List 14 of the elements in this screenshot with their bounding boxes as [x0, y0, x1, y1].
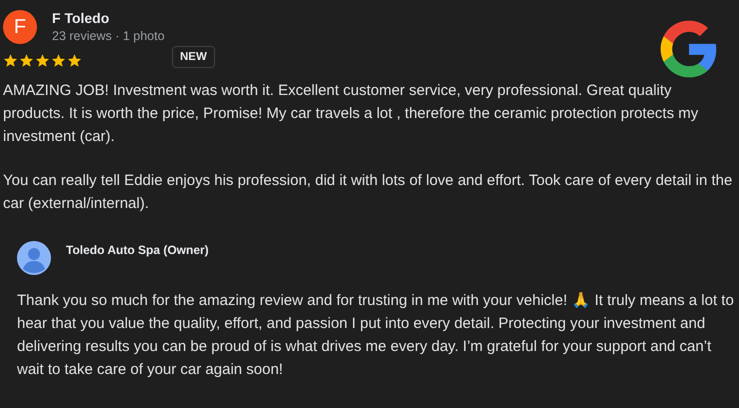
star-icon — [3, 53, 18, 68]
user-avatar: F — [3, 10, 37, 44]
review-text: You can really tell Eddie enjoys his profession, did it with lots of love and effort. Took care of every detail in the car (external/internal). — [3, 171, 734, 214]
star-icon — [35, 53, 50, 68]
star-icon — [51, 53, 66, 68]
author-name[interactable]: F Toledo — [52, 10, 165, 26]
review-meta: 23 reviews · 1 photo — [52, 29, 165, 43]
star-icon — [19, 53, 34, 68]
star-icon — [67, 53, 82, 68]
owner-avatar-icon — [17, 241, 51, 275]
review-text: AMAZING JOB! Investment was worth it. Excellent customer service, very professional. Great quality products. It is worth the price, Promise! My car travels a lot , therefore the ceramic protection protects my investment (car). — [3, 81, 700, 147]
new-badge: NEW — [172, 46, 215, 68]
owner-reply-text: Thank you so much for the amazing review and for trusting in me with your vehicle! 🙏 It truly means a lot to hear that you value the quality, effort, and passion I put into every detail. Protecting your investment and delivering results you can be proud of is what drives me every day. I’m grateful for your support and can’t wait to take care of your car again soon! — [17, 291, 735, 380]
owner-name: Toledo Auto Spa (Owner) — [66, 243, 209, 257]
